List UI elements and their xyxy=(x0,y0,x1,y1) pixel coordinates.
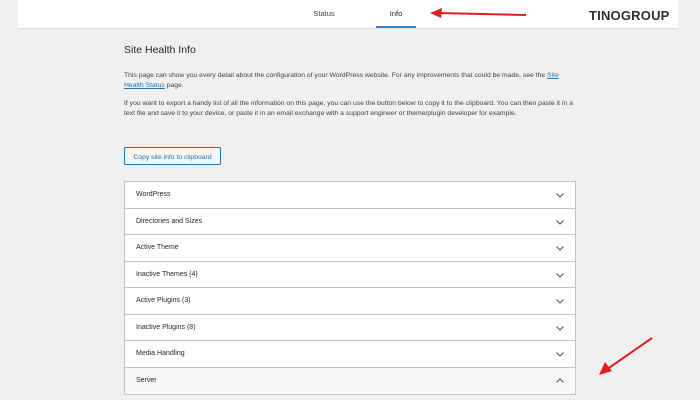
chevron-up-icon xyxy=(556,377,564,383)
tab-info[interactable]: Info xyxy=(376,0,416,28)
accordion-section-label: Server xyxy=(136,376,157,384)
top-nav-bar: Status Info xyxy=(18,0,678,29)
chevron-down-icon xyxy=(556,272,564,278)
accordion-section-server[interactable]: Server xyxy=(125,367,575,394)
accordion-section-active-plugins-3[interactable]: Active Plugins (3) xyxy=(125,288,575,315)
chevron-down-icon xyxy=(556,219,564,225)
chevron-down-icon xyxy=(556,325,564,331)
tab-status[interactable]: Status xyxy=(304,0,344,27)
accordion-section-label: Active Theme xyxy=(136,244,179,251)
accordion-section-label: Inactive Plugins (8) xyxy=(136,323,196,331)
tinogroup-logo: TINOGROUP xyxy=(589,8,670,23)
annotation-arrow-icon xyxy=(430,8,527,18)
intro-paragraph: This page can show you every detail abou… xyxy=(124,71,576,91)
accordion-section-inactive-themes-4[interactable]: Inactive Themes (4) xyxy=(125,261,575,288)
accordion-section-label: Directories and Sizes xyxy=(136,217,203,225)
chevron-down-icon xyxy=(556,299,564,304)
site-health-info-panel: Site Health Info This page can show you … xyxy=(124,44,576,165)
accordion-section-directories-and-sizes[interactable]: Directories and Sizes xyxy=(125,208,575,235)
accordion-section-wordpress[interactable]: WordPress xyxy=(125,182,575,209)
chevron-down-icon xyxy=(556,246,564,251)
accordion-section-label: Active Plugins (3) xyxy=(136,297,191,304)
chevron-down-icon xyxy=(556,352,564,357)
page-title: Site Health Info xyxy=(124,44,196,56)
intro-suffix: page. xyxy=(164,82,184,89)
copy-site-info-button[interactable]: Copy site info to clipboard xyxy=(124,147,221,165)
accordion-section-label: Inactive Themes (4) xyxy=(136,270,198,278)
accordion-section-label: Media Handling xyxy=(136,350,185,357)
info-sections-accordion: WordPress Directories and Sizes Active The… xyxy=(124,181,576,395)
annotation-arrow-icon xyxy=(599,337,653,375)
accordion-section-media-handling[interactable]: Media Handling xyxy=(125,341,575,368)
chevron-down-icon xyxy=(556,193,564,198)
accordion-section-label: WordPress xyxy=(136,191,171,198)
accordion-section-active-theme[interactable]: Active Theme xyxy=(125,235,575,262)
accordion-section-inactive-plugins-8[interactable]: Inactive Plugins (8) xyxy=(125,314,575,341)
export-paragraph: If you want to export a handy list of al… xyxy=(124,100,573,117)
intro-text: This page can show you every detail abou… xyxy=(124,72,548,79)
